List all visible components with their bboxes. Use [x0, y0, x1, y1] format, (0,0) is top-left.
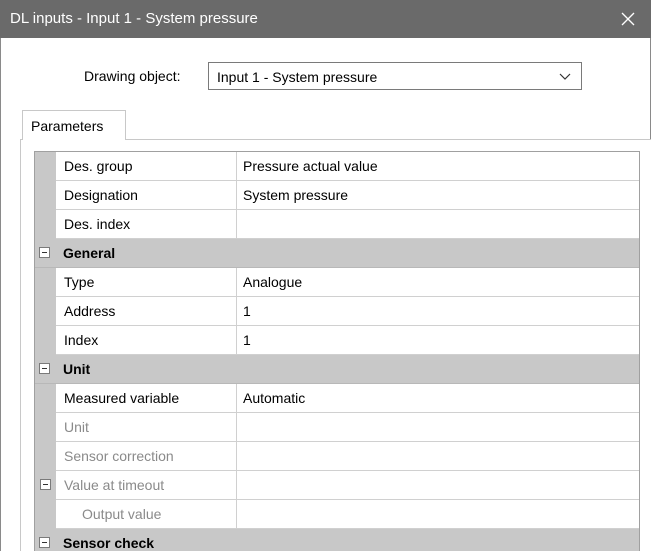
title-bar[interactable]: DL inputs - Input 1 - System pressure — [0, 0, 651, 38]
category-unit[interactable]: Unit — [35, 355, 639, 384]
property-row-des-index[interactable]: Des. index — [35, 210, 639, 239]
property-value[interactable] — [237, 442, 639, 471]
property-name: Address — [56, 297, 237, 326]
minus-box-icon[interactable] — [39, 247, 50, 258]
property-value[interactable] — [237, 413, 639, 442]
row-gutter — [35, 384, 56, 413]
property-row-unit[interactable]: Unit — [35, 413, 639, 442]
property-name: Output value — [56, 500, 237, 529]
property-row-index[interactable]: Index 1 — [35, 326, 639, 355]
property-name: Des. group — [56, 152, 237, 181]
tab-parameters-label: Parameters — [31, 118, 104, 134]
property-name: Value at timeout — [56, 471, 237, 500]
category-label: Sensor check — [63, 535, 155, 551]
property-row-output-value[interactable]: Output value — [35, 500, 639, 529]
minus-box-icon[interactable] — [39, 363, 50, 374]
property-value[interactable] — [237, 210, 639, 239]
property-value[interactable] — [237, 500, 639, 529]
property-name: Unit — [56, 413, 237, 442]
property-name: Sensor correction — [56, 442, 237, 471]
window-title: DL inputs - Input 1 - System pressure — [10, 10, 258, 27]
property-row-des-group[interactable]: Des. group Pressure actual value — [35, 152, 639, 181]
drawing-object-select[interactable]: Input 1 - System pressure — [208, 62, 582, 90]
close-button[interactable] — [605, 0, 651, 38]
property-row-sensor-correction[interactable]: Sensor correction — [35, 442, 639, 471]
property-row-type[interactable]: Type Analogue — [35, 268, 639, 297]
property-row-designation[interactable]: Designation System pressure — [35, 181, 639, 210]
minus-box-icon[interactable] — [39, 537, 50, 548]
dialog-window: DL inputs - Input 1 - System pressure Dr… — [0, 0, 651, 551]
category-general[interactable]: General — [35, 239, 639, 268]
property-value[interactable] — [237, 471, 639, 500]
row-gutter — [35, 210, 56, 239]
tab-parameters[interactable]: Parameters — [22, 110, 126, 140]
property-name: Designation — [56, 181, 237, 210]
property-name: Measured variable — [56, 384, 237, 413]
row-gutter — [35, 442, 56, 471]
row-gutter — [35, 500, 56, 529]
property-row-address[interactable]: Address 1 — [35, 297, 639, 326]
property-name: Des. index — [56, 210, 237, 239]
property-value[interactable]: Automatic — [237, 384, 639, 413]
drawing-object-label: Drawing object: — [84, 68, 181, 84]
property-value[interactable]: Analogue — [237, 268, 639, 297]
row-gutter — [35, 268, 56, 297]
property-value[interactable]: Pressure actual value — [237, 152, 639, 181]
property-grid: Des. group Pressure actual value Designa… — [34, 151, 640, 551]
drawing-object-value: Input 1 - System pressure — [217, 69, 378, 85]
category-label: Unit — [63, 361, 91, 377]
category-sensor-check[interactable]: Sensor check — [35, 529, 639, 551]
property-name: Index — [56, 326, 237, 355]
minus-box-icon[interactable] — [40, 479, 51, 490]
property-value[interactable]: 1 — [237, 326, 639, 355]
property-row-value-at-timeout[interactable]: Value at timeout — [35, 471, 639, 500]
row-gutter — [35, 297, 56, 326]
property-value[interactable]: 1 — [237, 297, 639, 326]
row-gutter — [35, 181, 56, 210]
category-label: General — [63, 245, 116, 261]
property-row-measured-variable[interactable]: Measured variable Automatic — [35, 384, 639, 413]
row-gutter — [35, 413, 56, 442]
row-gutter — [35, 152, 56, 181]
property-name: Type — [56, 268, 237, 297]
property-value[interactable]: System pressure — [237, 181, 639, 210]
close-icon — [621, 12, 635, 26]
row-gutter — [35, 326, 56, 355]
dialog-border-left — [0, 38, 1, 551]
row-gutter — [35, 471, 56, 500]
chevron-down-icon — [559, 73, 571, 80]
drawing-object-row: Drawing object: Input 1 - System pressur… — [0, 60, 651, 92]
